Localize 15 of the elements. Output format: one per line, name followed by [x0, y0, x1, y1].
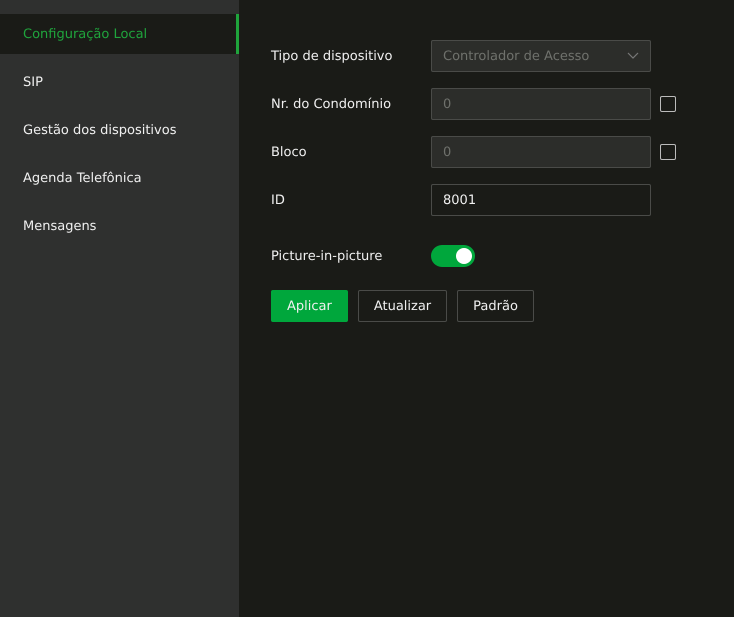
sidebar-item[interactable]: Gestão dos dispositivos	[0, 110, 239, 150]
toggle-label: Picture-in-picture	[271, 248, 384, 264]
sidebar-item[interactable]: Mensagens	[0, 206, 239, 246]
action-button[interactable]: Atualizar	[358, 290, 448, 322]
action-button[interactable]: Padrão	[457, 290, 534, 322]
sidebar-item[interactable]: Configuração Local	[0, 14, 239, 54]
toggle-switch[interactable]	[431, 245, 475, 267]
sidebar-item[interactable]: Agenda Telefônica	[0, 158, 239, 198]
field-label: Tipo de dispositivo	[271, 48, 394, 64]
field-label: Bloco	[271, 144, 308, 160]
chevron-down-icon	[627, 52, 639, 60]
sidebar-item[interactable]: SIP	[0, 62, 239, 102]
field-label: Nr. do Condomínio	[271, 96, 392, 112]
input-field[interactable]: 8001	[431, 184, 651, 216]
field-label: ID	[271, 192, 286, 208]
